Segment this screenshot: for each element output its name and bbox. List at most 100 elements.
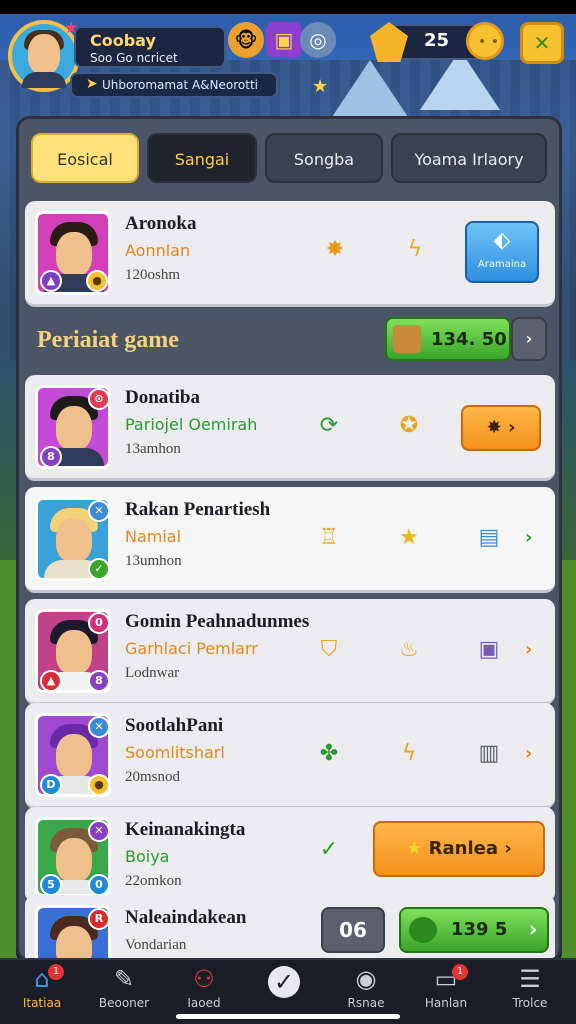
item-primary-button[interactable]: ★ Ranlea › xyxy=(373,821,545,877)
item-portrait: ✕ D ● xyxy=(35,713,111,797)
item-subtitle: Boiya xyxy=(125,847,170,866)
player-status-bar: ➤ Uhboromamat A&Neorotti xyxy=(70,72,278,98)
main-panel: Eosical Sangai Songba Yoama Irlaory ▲ ● … xyxy=(16,116,562,962)
bag-icon: ▣ xyxy=(478,637,500,662)
item-title: SootlahPani xyxy=(125,715,224,736)
helmet-icon xyxy=(409,917,437,943)
name-plate: Coobay Soo Go ncricet xyxy=(74,26,226,68)
tab-bar: Eosical Sangai Songba Yoama Irlaory xyxy=(31,133,551,185)
section-value-button[interactable]: 134. 50 xyxy=(385,317,511,361)
list-item[interactable]: ⊙ 8 Donatiba Pariojel Oemirah 13amhon ⟳ … xyxy=(25,375,555,481)
shield-icon: ⛉ xyxy=(320,637,338,662)
item-action-button[interactable]: ✸ › xyxy=(461,405,541,451)
featured-card[interactable]: ▲ ● Aronoka Aonnlan 120oshm ✸ ϟ ⬖ Aramai… xyxy=(25,201,555,307)
close-badge-icon: ✕ xyxy=(88,716,108,738)
item-portrait: 0 ▲ 8 xyxy=(35,609,111,693)
avatar-shirt xyxy=(22,72,66,88)
item-title: Donatiba xyxy=(125,387,200,408)
settings-icon[interactable]: ◎ xyxy=(300,22,336,58)
rank-badge-icon: R xyxy=(88,908,108,930)
nav-item-hanlan[interactable]: ▭ Hanlan 1 xyxy=(406,964,486,1024)
close-badge-icon: ✕ xyxy=(88,500,108,522)
chevron-right-icon[interactable]: › xyxy=(525,743,532,764)
status-bar xyxy=(0,0,576,14)
puzzle-icon: ✤ xyxy=(319,741,339,766)
list-item[interactable]: ✕ ✓ Rakan Penartiesh Namial 13umhon ♖ ★ … xyxy=(25,487,555,593)
featured-title: Aronoka xyxy=(125,213,197,234)
nav-item-home[interactable]: ⌂ Itatiaa 1 xyxy=(2,964,82,1024)
list-item[interactable]: ✕ D ● SootlahPani Soomlitsharl 20msnod ✤… xyxy=(25,703,555,809)
section-next-button[interactable]: › xyxy=(511,317,547,361)
chat-icon: ▭ xyxy=(434,965,458,993)
item-title: Keinanakingta xyxy=(125,819,246,840)
level-badge-icon: D xyxy=(40,774,62,794)
wrench-icon: ✎ xyxy=(113,965,135,993)
portrait-face xyxy=(56,838,92,882)
item-subtitle: Pariojel Oemirah xyxy=(125,415,258,434)
check-icon: ✓ xyxy=(319,837,339,862)
portrait-face xyxy=(56,734,92,778)
rank-icon: ▲ xyxy=(40,270,62,292)
camera-icon: ◉ xyxy=(355,965,377,993)
tab-songba[interactable]: Songba xyxy=(265,133,383,183)
avatar-face xyxy=(28,34,60,74)
home-icon: ⌂ xyxy=(34,965,50,993)
nav-label: Iaoed xyxy=(187,996,221,1010)
star-icon: ✸ xyxy=(486,417,502,438)
nav-item-beooner[interactable]: ✎ Beooner xyxy=(84,964,164,1024)
nav-label: Hanlan xyxy=(424,996,468,1010)
currency-value: 25 xyxy=(424,30,450,51)
star-icon: ✸ xyxy=(325,237,345,262)
nav-item-trolce[interactable]: ☰ Trolce xyxy=(490,964,570,1024)
item-value-button[interactable]: 139 5 › xyxy=(399,907,549,953)
group-icon: ⚇ xyxy=(193,965,215,993)
star-icon: ★ xyxy=(406,838,423,859)
item-value: 139 5 xyxy=(451,919,508,940)
featured-portrait: ▲ ● xyxy=(35,211,111,295)
featured-action-button[interactable]: ⬖ Aramaina xyxy=(465,221,539,283)
home-indicator[interactable] xyxy=(176,1014,400,1019)
notification-badge: 1 xyxy=(452,964,468,980)
portrait-face xyxy=(56,232,92,276)
lightning-icon: ϟ xyxy=(407,237,423,262)
check-badge-icon: ✓ xyxy=(88,558,108,578)
chevron-right-icon[interactable]: › xyxy=(525,639,532,660)
clipboard-icon: ▤ xyxy=(478,525,500,550)
coin-icon: ● xyxy=(86,270,108,292)
chevron-right-icon: › xyxy=(507,417,516,438)
item-subtitle: Garhlaci Pemlarr xyxy=(125,639,258,658)
portrait-face xyxy=(56,926,92,959)
monkey-icon[interactable]: 🐵 xyxy=(228,22,264,58)
level-badge-icon: 5 xyxy=(40,874,62,894)
tag-icon: ⬖ xyxy=(493,228,511,253)
nav-label: Itatiaa xyxy=(22,996,62,1010)
tab-yoama-irlaory[interactable]: Yoama Irlaory xyxy=(391,133,547,183)
tools-button[interactable]: ✕ xyxy=(520,22,564,64)
chevron-right-icon[interactable]: › xyxy=(525,527,532,548)
close-badge-icon: ✕ xyxy=(88,820,108,842)
section-value: 134. 50 xyxy=(431,329,507,350)
tab-eosical[interactable]: Eosical xyxy=(31,133,139,183)
item-subtitle: Namial xyxy=(125,527,182,546)
battery-icon: ▥ xyxy=(478,741,500,766)
badge-icon: ✪ xyxy=(399,413,419,438)
star-icon: ★ xyxy=(399,525,419,550)
list-item[interactable]: 0 ▲ 8 Gomin Peahnadunmes Garhlaci Pemlar… xyxy=(25,599,555,705)
item-title: Naleaindakean xyxy=(125,907,247,928)
featured-subtitle: Aonnlan xyxy=(125,241,191,260)
item-subtitle: Soomlitsharl xyxy=(125,743,225,762)
player-subtitle: Soo Go ncricet xyxy=(90,51,178,65)
coin-face-icon: • • xyxy=(478,34,499,50)
list-item[interactable]: ✕ 5 0 Keinanakingta Boiya 22omkon ✓ ★ Ra… xyxy=(25,807,555,903)
item-portrait: R xyxy=(35,905,111,959)
star-icon: ★ xyxy=(312,76,329,97)
portrait-face xyxy=(56,406,92,450)
item-meta: 13amhon xyxy=(125,441,181,457)
list-item[interactable]: R Naleaindakean Vondarian 06 139 5 › xyxy=(25,895,555,959)
tab-sangai[interactable]: Sangai xyxy=(147,133,257,183)
rank-badge-icon: ⊙ xyxy=(88,388,108,410)
chest-icon[interactable]: ▣ xyxy=(266,22,302,58)
portrait-face xyxy=(56,630,92,674)
nav-label: Beooner xyxy=(98,996,150,1010)
item-count-badge[interactable]: 06 xyxy=(321,907,385,953)
